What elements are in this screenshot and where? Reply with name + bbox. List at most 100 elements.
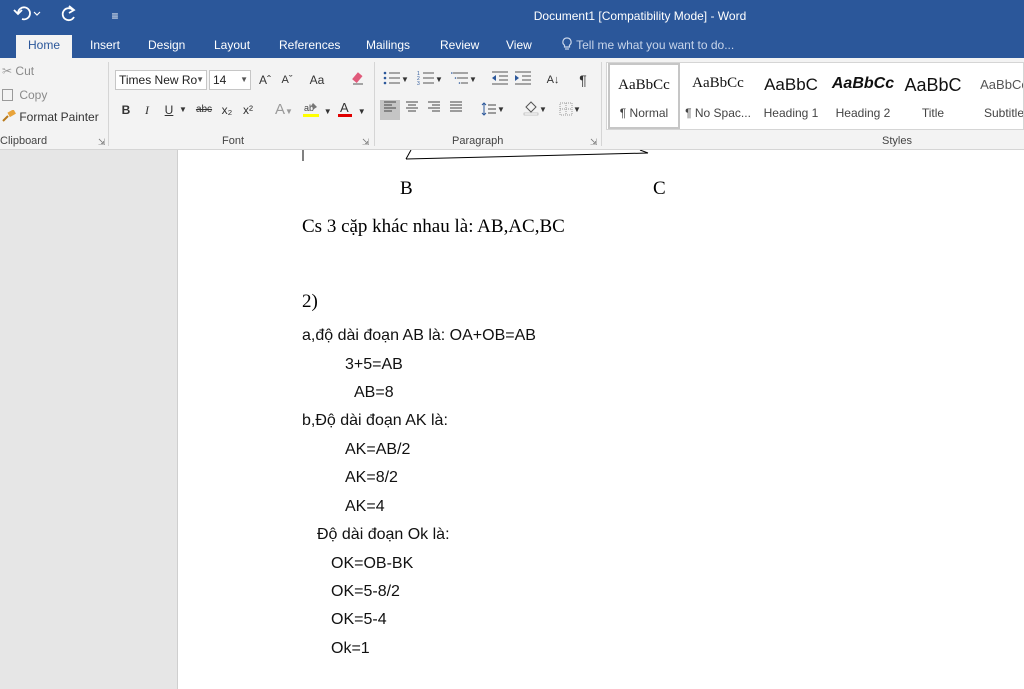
tab-mailings[interactable]: Mailings [366, 33, 410, 58]
align-right-button[interactable] [424, 100, 444, 120]
justify-icon [450, 101, 462, 112]
style-label: ¶ No Spac... [685, 106, 751, 120]
font-size-combo[interactable]: 14 ▼ [209, 70, 251, 90]
justify-button[interactable] [446, 100, 466, 120]
repeat-icon [61, 5, 76, 22]
paragraph-dialog-launcher[interactable]: ⇲ [590, 137, 598, 148]
shrink-font-button[interactable]: Aˇ [278, 70, 296, 90]
segment-ac [639, 150, 649, 154]
style-label: Title [921, 106, 945, 120]
undo-icon [13, 6, 41, 21]
numbering-button[interactable]: 123 ▼ [415, 70, 445, 90]
line-spacing-button[interactable]: ▼ [478, 100, 508, 120]
group-separator [601, 62, 602, 146]
cut-label: Cut [15, 64, 35, 78]
change-case-button[interactable]: Aa [305, 70, 329, 90]
format-painter-button[interactable]: Format Painter [2, 109, 99, 124]
svg-text:3: 3 [417, 81, 420, 86]
copy-button[interactable]: Copy [2, 88, 47, 102]
highlight-button[interactable]: ab ▼ [302, 100, 332, 120]
style-preview: AaBbCc [980, 77, 1024, 92]
style-subtitle[interactable]: AaBbCc Subtitle [969, 63, 1024, 129]
font-size-value: 14 [213, 73, 227, 87]
bold-button[interactable]: B [117, 100, 135, 120]
grow-font-button[interactable]: Aˆ [256, 70, 274, 90]
tab-layout[interactable]: Layout [214, 33, 250, 58]
answer-line: Cs 3 cặp khác nhau là: AB,AC,BC [302, 216, 565, 237]
style-label: Heading 1 [763, 106, 819, 120]
text-line: AK=8/2 [345, 469, 398, 486]
bullets-button[interactable]: ▼ [381, 70, 411, 90]
sort-button[interactable]: A↓ [542, 70, 564, 90]
ribbon-home: ✂ Cut Copy Format Painter Clipboard ⇲ Ti… [0, 58, 1024, 150]
font-color-button[interactable]: A ▼ [336, 100, 366, 120]
tell-me-box[interactable]: Tell me what you want to do... [561, 33, 734, 58]
borders-button[interactable]: ▼ [555, 100, 585, 120]
style-heading-1[interactable]: AaBbC Heading 1 [755, 63, 827, 129]
copy-icon [2, 89, 13, 101]
tab-design[interactable]: Design [148, 33, 185, 58]
window-title: Document1 [Compatibility Mode] - Word [533, 9, 747, 23]
eraser-icon [352, 72, 363, 85]
multilevel-list-icon [451, 72, 469, 84]
style-preview: AaBbCc [692, 75, 744, 91]
text-line: 3+5=AB [345, 356, 403, 373]
style-preview: AaBbCc [831, 75, 895, 92]
text-effects-button[interactable]: A▼ [270, 100, 298, 120]
shading-button[interactable]: ▼ [520, 100, 550, 120]
style-no-spacing[interactable]: AaBbCc ¶ No Spac... [682, 63, 754, 129]
underline-button[interactable]: U [160, 100, 178, 120]
clipboard-group-label: Clipboard [0, 135, 48, 147]
text-line: OK=OB-BK [331, 555, 414, 572]
font-name-value: Times New Ro [119, 73, 198, 87]
tab-review[interactable]: Review [440, 33, 479, 58]
style-preview: AaBbC [764, 75, 818, 94]
tab-references[interactable]: References [279, 33, 340, 58]
text-line: AK=4 [345, 498, 385, 515]
customize-qat-button[interactable]: ≡ [106, 4, 124, 28]
subscript-button[interactable]: x₂ [218, 100, 236, 120]
style-normal[interactable]: AaBbCc ¶ Normal [608, 63, 680, 129]
superscript-button[interactable]: x² [239, 100, 257, 120]
undo-button[interactable] [10, 4, 44, 28]
document-page[interactable]: B C Cs 3 cặp khác nhau là: AB,AC,BC 2) a… [178, 150, 1024, 689]
clear-formatting-button[interactable] [348, 70, 368, 90]
navigation-margin [0, 150, 178, 689]
tell-me-text: Tell me what you want to do... [576, 38, 735, 52]
text-line: AK=AB/2 [345, 441, 411, 458]
group-separator [374, 62, 375, 146]
style-label: ¶ Normal [619, 106, 669, 120]
cut-button[interactable]: ✂ Cut [2, 64, 34, 78]
line-spacing-icon [481, 102, 497, 116]
font-dialog-launcher[interactable]: ⇲ [362, 137, 370, 148]
styles-gallery: AaBbCc ¶ Normal AaBbCc ¶ No Spac... AaBb… [606, 62, 1024, 130]
chevron-down-icon: ▼ [196, 75, 204, 84]
tab-insert[interactable]: Insert [90, 33, 120, 58]
strikethrough-button[interactable]: abc [193, 100, 215, 120]
align-center-icon [406, 101, 418, 112]
clipboard-dialog-launcher[interactable]: ⇲ [98, 137, 106, 148]
style-title[interactable]: AaBbC Title [897, 63, 969, 129]
font-name-combo[interactable]: Times New Ro ▼ [115, 70, 207, 90]
tab-home[interactable]: Home [16, 35, 73, 58]
decrease-indent-button[interactable] [490, 70, 510, 90]
show-formatting-button[interactable]: ¶ [574, 70, 592, 90]
text-line: Độ dài đoạn Ok là: [317, 526, 450, 543]
italic-button[interactable]: I [138, 100, 156, 120]
section-heading: 2) [302, 291, 318, 312]
underline-dropdown[interactable]: ▼ [178, 100, 188, 120]
tab-view[interactable]: View [506, 33, 532, 58]
paint-bucket-icon [523, 101, 539, 116]
lightbulb-icon [562, 37, 572, 50]
text-line: OK=5-4 [331, 611, 387, 628]
copy-label: Copy [19, 88, 48, 102]
style-heading-2[interactable]: AaBbCc Heading 2 [827, 63, 899, 129]
increase-indent-button[interactable] [513, 70, 533, 90]
triangle-figure [302, 150, 649, 161]
redo-button[interactable] [58, 4, 80, 28]
style-label: Heading 2 [835, 106, 891, 120]
multilevel-list-button[interactable]: ▼ [449, 70, 479, 90]
align-center-button[interactable] [402, 100, 422, 120]
align-left-button[interactable] [380, 100, 400, 120]
text-line: AB=8 [354, 384, 394, 401]
